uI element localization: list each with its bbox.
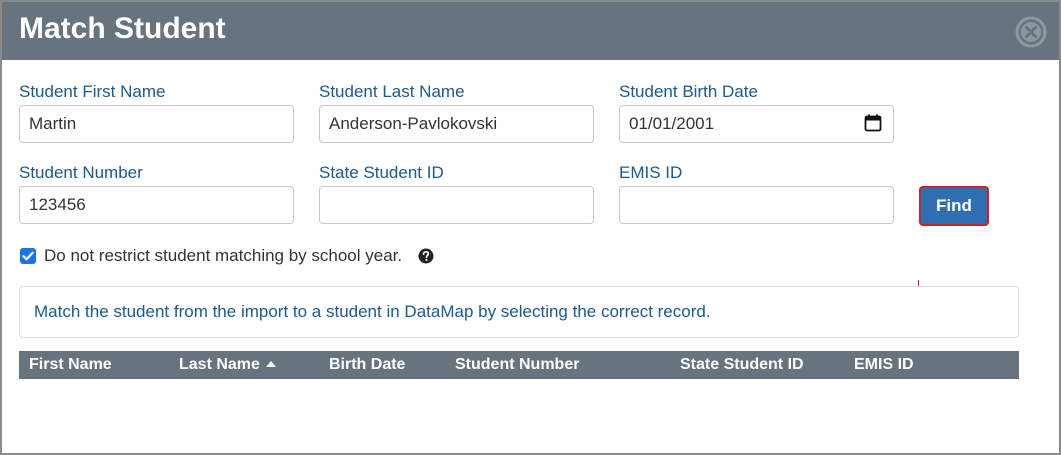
student-number-input[interactable] [19, 186, 294, 224]
info-message: Match the student from the import to a s… [34, 302, 711, 321]
state-student-id-input[interactable] [319, 186, 594, 224]
check-icon [22, 251, 34, 261]
state-student-id-label: State Student ID [319, 163, 444, 182]
match-student-dialog: Match Student Student First Name Student… [0, 0, 1061, 455]
restrict-school-year-label[interactable]: Do not restrict student matching by scho… [44, 246, 402, 266]
column-student-number[interactable]: Student Number [455, 356, 579, 374]
last-name-input[interactable] [319, 105, 594, 143]
birth-date-input[interactable] [619, 105, 894, 143]
column-emis-id[interactable]: EMIS ID [854, 356, 914, 374]
first-name-label: Student First Name [19, 82, 166, 101]
emis-id-input[interactable] [619, 186, 894, 224]
sort-ascending-icon [266, 361, 276, 367]
column-last-name[interactable]: Last Name [179, 356, 260, 374]
dialog-titlebar: Match Student [2, 2, 1059, 60]
find-button[interactable]: Find [919, 186, 989, 226]
dialog-title: Match Student [19, 12, 226, 45]
info-panel: Match the student from the import to a s… [19, 286, 1019, 338]
column-birth-date[interactable]: Birth Date [329, 356, 405, 374]
student-number-label: Student Number [19, 163, 143, 182]
restrict-school-year-checkbox[interactable] [20, 248, 36, 264]
birth-date-field [619, 105, 894, 143]
column-state-student-id[interactable]: State Student ID [680, 356, 804, 374]
last-name-label: Student Last Name [319, 82, 465, 101]
birth-date-label: Student Birth Date [619, 82, 758, 101]
question-circle-icon[interactable] [418, 248, 434, 264]
column-first-name[interactable]: First Name [29, 356, 112, 374]
close-icon[interactable] [1015, 16, 1047, 48]
first-name-input[interactable] [19, 105, 294, 143]
calendar-icon[interactable] [864, 114, 882, 132]
emis-id-label: EMIS ID [619, 163, 683, 182]
results-table-header: First Name Last Name Birth Date Student … [19, 351, 1019, 379]
